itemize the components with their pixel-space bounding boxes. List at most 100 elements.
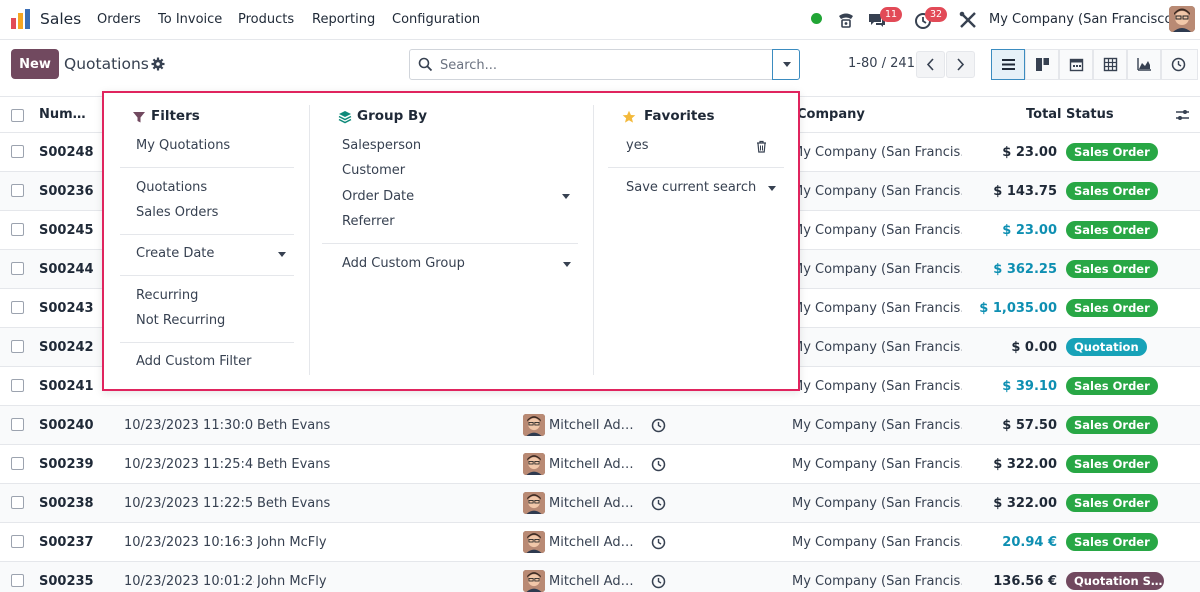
add-custom-group[interactable]: Add Custom Group	[342, 256, 465, 271]
favorite-item[interactable]: yes	[626, 138, 648, 153]
search-panel-toggle[interactable]	[772, 49, 800, 80]
caret-down-icon[interactable]	[278, 252, 286, 257]
save-current-search[interactable]: Save current search	[626, 180, 756, 195]
table-row[interactable]: S00238 10/23/2023 11:22:51 Beth Evans Mitch…	[0, 484, 1200, 523]
caret-down-icon[interactable]	[768, 186, 776, 191]
row-checkbox[interactable]	[11, 418, 24, 431]
row-checkbox[interactable]	[11, 301, 24, 314]
order-number: S00235	[39, 574, 94, 589]
column-header-number[interactable]: Num…	[39, 107, 86, 122]
groupby-title: Group By	[357, 108, 428, 124]
filters-title: Filters	[151, 108, 200, 124]
divider	[120, 275, 294, 276]
filter-recurring[interactable]: Recurring	[136, 288, 198, 303]
menu-orders[interactable]: Orders	[97, 12, 141, 27]
column-header-total[interactable]: Total	[1026, 107, 1062, 122]
filter-sales-orders[interactable]: Sales Orders	[136, 205, 218, 220]
salesperson-avatar-icon	[523, 570, 545, 592]
status-badge: Quotation	[1066, 338, 1147, 356]
select-all-checkbox[interactable]	[11, 109, 24, 122]
table-row[interactable]: S00235 10/23/2023 10:01:24 John McFly Mitch…	[0, 562, 1200, 592]
list-view-button[interactable]	[991, 49, 1025, 80]
groupby-salesperson[interactable]: Salesperson	[342, 138, 421, 153]
order-number: S00245	[39, 223, 94, 238]
company-switcher[interactable]: My Company (San Francisco)	[989, 12, 1177, 27]
order-number: S00239	[39, 457, 94, 472]
graph-view-button[interactable]	[1127, 49, 1161, 80]
status-badge: Quotation S…	[1066, 572, 1164, 590]
divider	[120, 342, 294, 343]
column-header-company[interactable]: Company	[797, 107, 865, 122]
menu-products[interactable]: Products	[238, 12, 294, 27]
user-avatar[interactable]	[1169, 6, 1195, 32]
new-button[interactable]: New	[11, 49, 59, 79]
chevron-right-icon	[957, 58, 965, 71]
row-checkbox[interactable]	[11, 184, 24, 197]
pager-next-button[interactable]	[946, 51, 975, 78]
debug-tools-icon[interactable]	[958, 10, 978, 30]
row-checkbox[interactable]	[11, 340, 24, 353]
status-badge: Sales Order	[1066, 143, 1158, 161]
filter-create-date[interactable]: Create Date	[136, 246, 214, 261]
company-name: My Company (San Francis…	[792, 301, 962, 316]
calendar-view-button[interactable]	[1059, 49, 1093, 80]
company-name: My Company (San Francis…	[792, 535, 962, 550]
order-number: S00243	[39, 301, 94, 316]
row-checkbox[interactable]	[11, 535, 24, 548]
table-row[interactable]: S00237 10/23/2023 10:16:37 John McFly Mitch…	[0, 523, 1200, 562]
activity-view-button[interactable]	[1161, 49, 1198, 80]
activity-clock-icon[interactable]	[651, 457, 666, 472]
optional-columns-icon[interactable]	[1175, 108, 1190, 122]
row-checkbox[interactable]	[11, 574, 24, 587]
status-badge: Sales Order	[1066, 455, 1158, 473]
caret-down-icon[interactable]	[563, 262, 571, 267]
trash-icon[interactable]	[755, 140, 768, 153]
menu-to-invoice[interactable]: To Invoice	[158, 12, 222, 27]
status-badge: Sales Order	[1066, 494, 1158, 512]
salesperson-avatar	[523, 492, 545, 514]
row-checkbox[interactable]	[11, 457, 24, 470]
kanban-view-button[interactable]	[1025, 49, 1059, 80]
row-checkbox[interactable]	[11, 145, 24, 158]
search-input[interactable]	[440, 55, 760, 75]
pivot-view-button[interactable]	[1093, 49, 1127, 80]
pager-previous-button[interactable]	[916, 51, 945, 78]
activity-clock-icon[interactable]	[651, 574, 666, 589]
table-row[interactable]: S00240 10/23/2023 11:30:00 Beth Evans Mitch…	[0, 406, 1200, 445]
column-header-status[interactable]: Status	[1066, 107, 1114, 122]
order-date: 10/23/2023 11:22:51	[124, 496, 254, 511]
row-checkbox[interactable]	[11, 496, 24, 509]
add-custom-filter[interactable]: Add Custom Filter	[136, 354, 251, 369]
table-row[interactable]: S00239 10/23/2023 11:25:41 Beth Evans Mitch…	[0, 445, 1200, 484]
filter-quotations[interactable]: Quotations	[136, 180, 207, 195]
sales-app-icon[interactable]	[10, 8, 32, 30]
row-checkbox[interactable]	[11, 262, 24, 275]
order-total: $ 143.75	[993, 184, 1057, 199]
row-checkbox[interactable]	[11, 379, 24, 392]
gear-icon[interactable]	[151, 57, 165, 71]
search-icon	[418, 57, 433, 72]
menu-reporting[interactable]: Reporting	[312, 12, 375, 27]
status-badge: Sales Order	[1066, 221, 1158, 239]
salesperson-avatar-icon	[523, 414, 545, 436]
company-name: My Company (San Francis…	[792, 145, 962, 160]
divider	[608, 167, 784, 168]
groupby-referrer[interactable]: Referrer	[342, 214, 395, 229]
activity-clock-icon[interactable]	[651, 418, 666, 433]
salesperson-name: Mitchell Ad…	[549, 496, 634, 511]
groupby-order-date[interactable]: Order Date	[342, 189, 414, 204]
activity-clock-icon[interactable]	[651, 535, 666, 550]
pager-value[interactable]: 1-80 / 241	[848, 56, 915, 71]
filter-my-quotations[interactable]: My Quotations	[136, 138, 230, 153]
row-checkbox[interactable]	[11, 223, 24, 236]
phone-icon[interactable]	[836, 10, 856, 30]
filter-not-recurring[interactable]: Not Recurring	[136, 313, 225, 328]
menu-configuration[interactable]: Configuration	[392, 12, 480, 27]
activity-clock-icon[interactable]	[651, 496, 666, 511]
company-name: My Company (San Francis…	[792, 574, 962, 589]
app-name[interactable]: Sales	[40, 10, 81, 28]
order-number: S00241	[39, 379, 94, 394]
caret-down-icon[interactable]	[562, 194, 570, 199]
star-icon	[622, 110, 636, 123]
groupby-customer[interactable]: Customer	[342, 163, 405, 178]
